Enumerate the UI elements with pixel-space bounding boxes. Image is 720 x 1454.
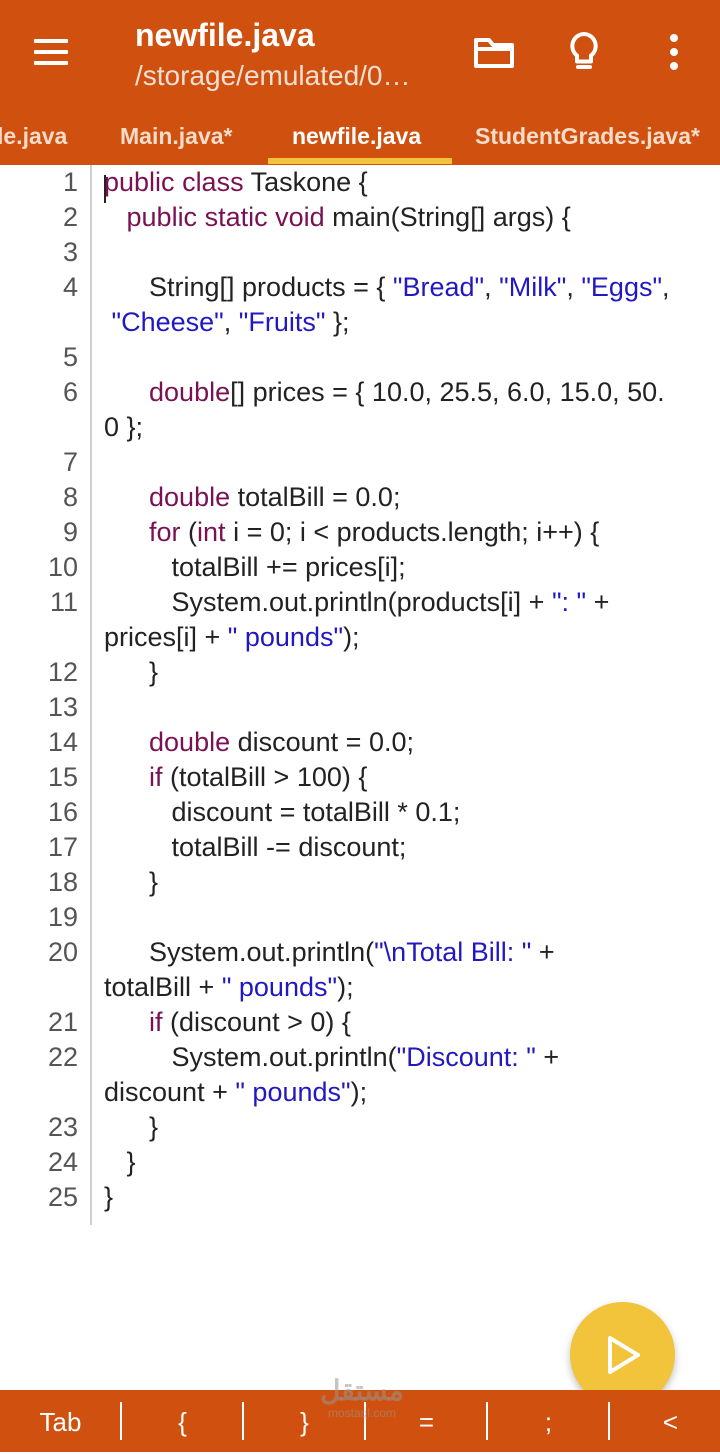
code-line: } bbox=[104, 657, 159, 687]
lightbulb-icon[interactable] bbox=[560, 28, 608, 76]
line-number: 13 bbox=[47, 692, 78, 722]
title-block: newfile.java /storage/emulated/0… bbox=[135, 14, 455, 96]
line-number: 24 bbox=[47, 1147, 78, 1177]
line-number: 2 bbox=[62, 202, 78, 232]
file-path: /storage/emulated/0… bbox=[135, 60, 411, 91]
watermark-arabic: مستقل bbox=[320, 1375, 404, 1406]
watermark-domain: mostaql.com bbox=[327, 1406, 397, 1420]
code-line: "Cheese", "Fruits" }; bbox=[111, 307, 350, 337]
code-line: totalBill + " pounds"); bbox=[104, 972, 354, 1002]
code-editor[interactable]: 1 2 3 4 5 6 7 8 9 10 11 12 13 14 15 16 1… bbox=[0, 165, 720, 1390]
app-bar: newfile.java /storage/emulated/0… bbox=[0, 0, 720, 105]
watermark: مستقل mostaql.com bbox=[312, 1375, 412, 1421]
code-line: } bbox=[104, 1182, 114, 1212]
code-line: discount = totalBill * 0.1; bbox=[104, 797, 461, 827]
active-tab-indicator bbox=[268, 158, 452, 164]
line-number: 20 bbox=[47, 937, 78, 967]
tab-studentgrades-java[interactable]: StudentGrades.java* bbox=[475, 105, 700, 165]
line-number: 21 bbox=[47, 1007, 78, 1037]
line-number: 17 bbox=[47, 832, 78, 862]
line-number: 14 bbox=[47, 727, 78, 757]
file-tab-bar: le.java Main.java* newfile.java StudentG… bbox=[0, 105, 720, 165]
key-open-brace[interactable]: { bbox=[122, 1390, 243, 1452]
key-less-than[interactable]: < bbox=[610, 1390, 720, 1452]
code-line: public class Taskone { bbox=[104, 167, 368, 197]
line-number: 10 bbox=[47, 552, 78, 582]
line-number: 16 bbox=[47, 797, 78, 827]
code-line: } bbox=[104, 1147, 136, 1177]
code-line: totalBill += prices[i]; bbox=[104, 552, 406, 582]
more-vert-icon[interactable] bbox=[650, 28, 698, 76]
menu-icon[interactable] bbox=[30, 34, 72, 70]
code-line: totalBill -= discount; bbox=[104, 832, 407, 862]
code-line: System.out.println("\nTotal Bill: " + bbox=[104, 937, 555, 967]
code-line: double discount = 0.0; bbox=[149, 727, 414, 757]
line-number: 7 bbox=[62, 447, 78, 477]
line-number: 12 bbox=[47, 657, 78, 687]
line-number: 8 bbox=[62, 482, 78, 512]
file-title: newfile.java bbox=[135, 17, 315, 53]
key-semicolon[interactable]: ; bbox=[488, 1390, 609, 1452]
line-number: 22 bbox=[47, 1042, 78, 1072]
folder-icon[interactable] bbox=[470, 28, 518, 76]
key-tab[interactable]: Tab bbox=[0, 1390, 121, 1452]
code-line: double totalBill = 0.0; bbox=[149, 482, 401, 512]
code-line: } bbox=[104, 867, 159, 897]
line-number: 5 bbox=[62, 342, 78, 372]
line-number: 19 bbox=[47, 902, 78, 932]
code-line: if (totalBill > 100) { bbox=[149, 762, 368, 792]
line-number: 25 bbox=[47, 1182, 78, 1212]
code-line: System.out.println("Discount: " + bbox=[104, 1042, 560, 1072]
line-number: 23 bbox=[47, 1112, 78, 1142]
line-number: 1 bbox=[62, 167, 78, 197]
line-number: 6 bbox=[62, 377, 78, 407]
code-line: for (int i = 0; i < products.length; i++… bbox=[149, 517, 600, 547]
code-line: public static void main(String[] args) { bbox=[126, 202, 571, 232]
code-line: System.out.println(products[i] + ": " + bbox=[104, 587, 610, 617]
code-line: double[] prices = { 10.0, 25.5, 6.0, 15.… bbox=[149, 377, 665, 407]
code-line: discount + " pounds"); bbox=[104, 1077, 368, 1107]
code-line: String[] products = { "Bread", "Milk", "… bbox=[104, 272, 670, 302]
code-line: if (discount > 0) { bbox=[149, 1007, 351, 1037]
code-line: } bbox=[104, 1112, 159, 1142]
line-number: 3 bbox=[62, 237, 78, 267]
code-line: 0 }; bbox=[104, 412, 144, 442]
gutter-divider bbox=[90, 165, 92, 1225]
line-number: 11 bbox=[49, 587, 78, 617]
line-number: 18 bbox=[47, 867, 78, 897]
line-number: 9 bbox=[62, 517, 78, 547]
line-number: 15 bbox=[47, 762, 78, 792]
play-icon bbox=[608, 1336, 640, 1374]
tab-newfile-java[interactable]: newfile.java bbox=[292, 105, 421, 165]
tab-le-java[interactable]: le.java bbox=[0, 105, 67, 165]
line-number: 4 bbox=[62, 272, 78, 302]
code-line: prices[i] + " pounds"); bbox=[104, 622, 360, 652]
tab-main-java[interactable]: Main.java* bbox=[120, 105, 233, 165]
